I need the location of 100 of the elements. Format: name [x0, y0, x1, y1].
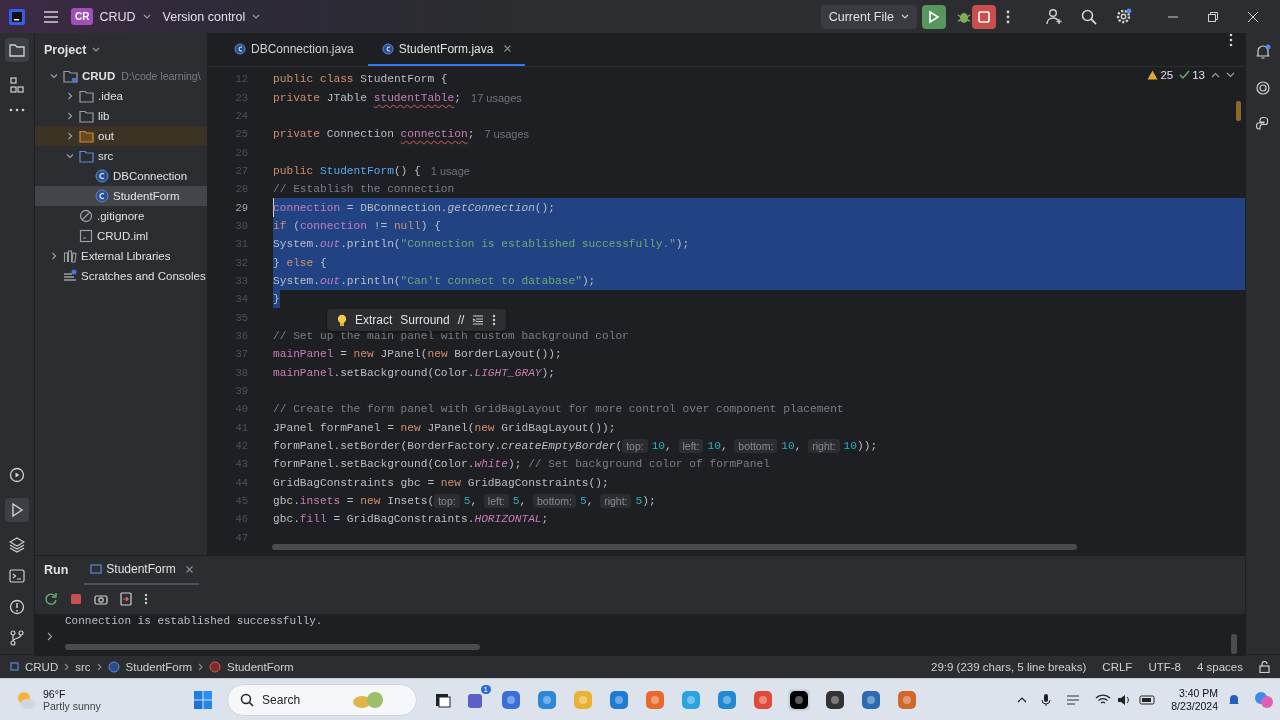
cursor-position[interactable]: 29:9 (239 chars, 5 line breaks) [931, 660, 1087, 673]
settings-icon[interactable] [1115, 8, 1132, 25]
chevron-right-icon[interactable] [66, 132, 74, 140]
scratch-icon [63, 269, 77, 283]
tree-item[interactable]: Scratches and Consoles [35, 266, 207, 286]
search-icon[interactable] [1081, 8, 1097, 25]
menu-icon[interactable] [43, 9, 59, 24]
wifi-icon[interactable] [1095, 694, 1112, 706]
project-view-selector[interactable]: Project [35, 42, 110, 57]
problems-icon[interactable] [9, 599, 25, 615]
run-config-selector[interactable]: Current File [820, 4, 917, 29]
add-user-icon[interactable] [1046, 8, 1063, 25]
editor-tab[interactable]: DBConnection.java [220, 33, 368, 66]
intention-action[interactable]: Surround [400, 313, 450, 327]
workspace-dropdown[interactable]: CRUD [93, 5, 157, 28]
indent-setting[interactable]: 4 spaces [1196, 660, 1243, 673]
chevron-right-icon[interactable] [66, 112, 74, 120]
clock-date[interactable]: 8/23/2024 [1171, 700, 1218, 713]
tree-item[interactable]: CRUD.iml [35, 226, 207, 246]
structure-icon[interactable] [9, 77, 25, 93]
tree-item[interactable]: out [35, 126, 207, 146]
breadcrumb-item[interactable]: StudentForm [227, 660, 294, 673]
more-icon[interactable] [492, 314, 497, 326]
chevron-down-icon[interactable] [66, 152, 74, 160]
code-line: // Create the form panel with GridBagLayout for more control over component placement [273, 402, 844, 418]
intention-action[interactable]: Extract [355, 313, 393, 327]
code-line: formPanel.setBackground(Color.white); // Set background color of formPanel [273, 457, 770, 473]
breadcrumb-item[interactable]: StudentForm [125, 660, 193, 673]
code-line: // Set up the main panel with custom background color [273, 329, 629, 344]
vertical-scrollbar[interactable] [1236, 101, 1241, 121]
tree-item[interactable]: External Libraries [35, 246, 207, 266]
breadcrumb-item[interactable]: src [75, 660, 91, 673]
console-output: Connection is established successfully. [65, 614, 324, 627]
battery-icon[interactable] [1139, 695, 1158, 705]
app-logo-icon[interactable] [9, 8, 25, 25]
vcs-selector[interactable]: Version control [156, 5, 267, 28]
services-icon[interactable] [9, 467, 25, 483]
line-separator[interactable]: CRLF [1102, 660, 1133, 673]
code-line: if (connection != null) { [273, 216, 441, 236]
layers-icon[interactable] [9, 537, 25, 553]
search-input[interactable]: Search [260, 692, 345, 708]
rerun-icon[interactable] [922, 4, 946, 29]
more-icon[interactable] [1006, 9, 1010, 24]
run-tab[interactable]: StudentForm [84, 555, 199, 585]
copilot-icon[interactable] [1254, 690, 1274, 710]
code-line: public class StudentForm { [273, 72, 448, 88]
tree-item[interactable]: .idea [35, 86, 207, 106]
tree-item[interactable]: lib [35, 106, 207, 126]
chevron-right-icon[interactable] [66, 92, 74, 100]
lightbulb-icon[interactable] [337, 313, 347, 327]
chevron-right-icon[interactable] [50, 252, 58, 260]
breadcrumb-item[interactable]: CRUD [25, 660, 59, 673]
exit-icon[interactable] [120, 592, 132, 606]
warning-icon[interactable] [1147, 70, 1159, 80]
more-icon[interactable] [1229, 33, 1233, 47]
format-icon[interactable] [472, 315, 485, 325]
tab-label: StudentForm.java [398, 41, 494, 56]
folder-icon[interactable] [5, 38, 29, 62]
stop-icon[interactable] [972, 4, 996, 29]
chevron-down-icon[interactable] [50, 72, 58, 80]
horizontal-scrollbar[interactable] [65, 644, 480, 650]
more-icon[interactable] [9, 108, 25, 112]
horizontal-scrollbar[interactable] [272, 544, 1077, 550]
notification-icon[interactable] [1255, 44, 1271, 60]
warning-count[interactable]: 25 [1160, 69, 1174, 81]
check-icon[interactable] [1179, 70, 1191, 80]
start-icon[interactable] [193, 690, 214, 710]
more-icon[interactable] [144, 593, 148, 605]
project-badge[interactable]: CR [71, 8, 94, 25]
tree-item[interactable]: StudentForm [35, 186, 207, 206]
tree-item[interactable]: DBConnection [35, 166, 207, 186]
check-count[interactable]: 13 [1192, 69, 1205, 81]
keyboard-icon[interactable] [1065, 693, 1082, 707]
lock-icon[interactable] [1259, 660, 1270, 673]
editor-tab[interactable]: StudentForm.java [367, 33, 526, 66]
tree-item[interactable]: CRUD D:\code learning\ [35, 66, 207, 86]
microphone-icon[interactable] [1041, 693, 1052, 707]
clock-time[interactable]: 3:40 PM [1178, 687, 1218, 700]
tree-item[interactable]: src [35, 146, 207, 166]
file-encoding[interactable]: UTF-8 [1148, 660, 1181, 673]
comment-action[interactable]: // [457, 313, 465, 327]
search-icon [240, 693, 255, 707]
git-branch-icon[interactable] [9, 630, 25, 646]
run-icon[interactable] [5, 498, 29, 522]
task-view-icon[interactable] [434, 691, 453, 709]
close-icon[interactable] [1248, 11, 1258, 22]
close-icon[interactable] [185, 565, 193, 573]
bell-icon[interactable] [1228, 693, 1240, 707]
app-icon[interactable] [788, 689, 811, 711]
app-icon[interactable] [824, 689, 847, 711]
vertical-scrollbar[interactable] [1231, 634, 1237, 654]
restore-icon[interactable] [1208, 11, 1218, 22]
tab-label: StudentForm [106, 562, 176, 576]
weather-condition: Partly sunny [43, 700, 101, 712]
terminal-icon[interactable] [9, 568, 25, 584]
search-field[interactable]: Search [227, 684, 418, 716]
close-icon[interactable] [504, 45, 512, 52]
camera-icon[interactable] [94, 593, 108, 605]
tree-item[interactable]: .gitignore [35, 206, 207, 226]
chevron-up-icon[interactable] [1017, 697, 1028, 703]
